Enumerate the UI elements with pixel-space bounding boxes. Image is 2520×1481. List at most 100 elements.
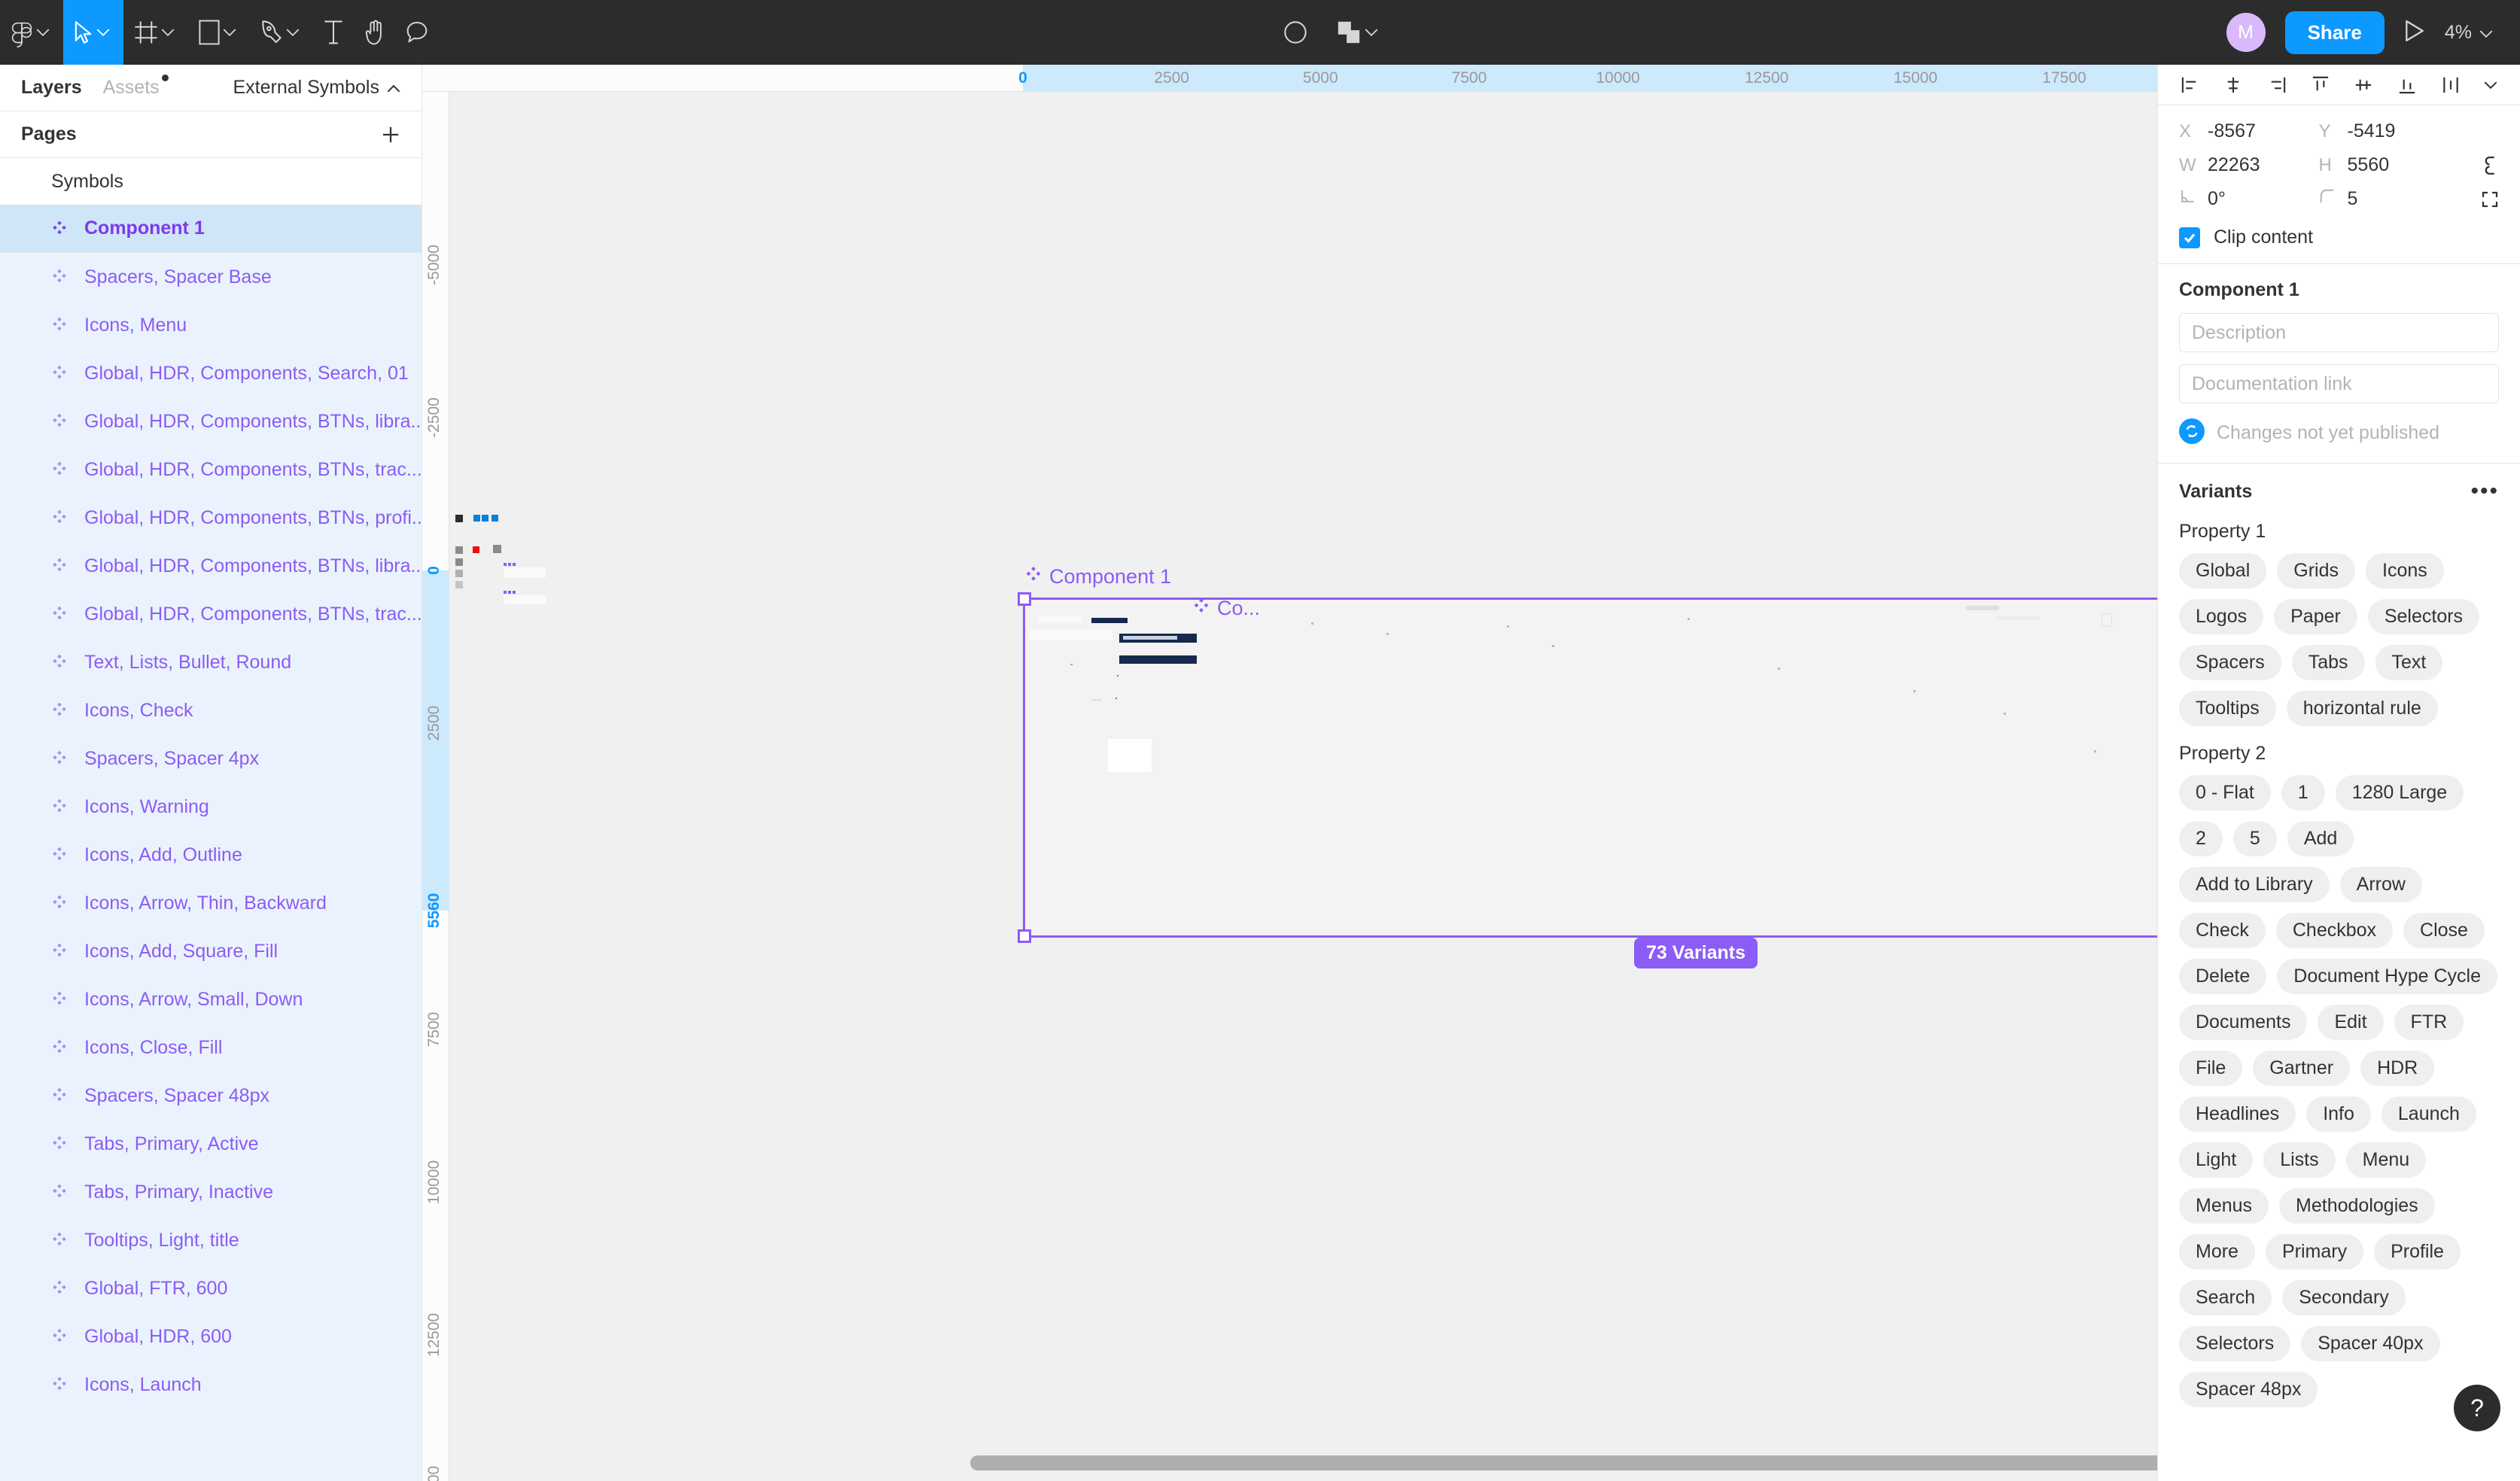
variant-chip-property-2[interactable]: Edit <box>2318 1005 2384 1040</box>
distribute-icon[interactable] <box>2441 75 2461 95</box>
x-field[interactable]: X -8567 <box>2179 120 2319 142</box>
chevron-down-icon[interactable] <box>220 28 239 37</box>
variant-chip-property-2[interactable]: Check <box>2179 913 2266 948</box>
variant-chip-property-2[interactable]: 1 <box>2281 775 2325 810</box>
chevron-down-icon[interactable] <box>158 28 178 37</box>
variant-chip-property-2[interactable]: Spacer 40px <box>2301 1326 2440 1361</box>
layer-item[interactable]: Tabs, Primary, Inactive <box>0 1168 422 1216</box>
chevron-down-icon[interactable] <box>1362 28 1381 37</box>
layer-item[interactable]: Spacers, Spacer 4px <box>0 734 422 783</box>
variant-chip-property-2[interactable]: Add to Library <box>2179 867 2330 902</box>
layer-item[interactable]: Global, FTR, 600 <box>0 1264 422 1312</box>
chevron-down-icon[interactable] <box>283 28 303 37</box>
avatar[interactable]: M <box>2226 13 2266 52</box>
variant-chip-property-2[interactable]: Lists <box>2263 1142 2336 1178</box>
more-dots-icon[interactable]: ••• <box>2470 479 2499 504</box>
layer-item[interactable]: Icons, Launch <box>0 1361 422 1409</box>
layer-item[interactable]: Icons, Menu <box>0 301 422 349</box>
variant-chip-property-2[interactable]: Search <box>2179 1280 2272 1315</box>
variant-chip-property-2[interactable]: 5 <box>2232 821 2277 856</box>
constrain-proportions-icon[interactable] <box>2458 155 2499 176</box>
align-more-caret-icon[interactable] <box>2484 81 2497 90</box>
canvas[interactable]: 0250050007500100001250015000175002000022… <box>422 65 2157 1481</box>
layer-item[interactable]: Tooltips, Light, title <box>0 1216 422 1264</box>
clip-content-checkbox[interactable] <box>2179 227 2200 248</box>
tab-layers[interactable]: Layers <box>21 77 82 99</box>
y-field[interactable]: Y -5419 <box>2319 120 2459 142</box>
width-field[interactable]: W 22263 <box>2179 154 2319 176</box>
variant-chip-property-2[interactable]: Light <box>2179 1142 2254 1178</box>
plus-icon[interactable] <box>381 125 400 144</box>
layer-item[interactable]: Icons, Arrow, Thin, Backward <box>0 879 422 927</box>
boolean-union-button[interactable] <box>1325 0 1392 65</box>
layer-item[interactable]: Tabs, Primary, Active <box>0 1120 422 1168</box>
layer-item[interactable]: Icons, Warning <box>0 783 422 831</box>
horizontal-ruler[interactable]: 0250050007500100001250015000175002000022… <box>422 65 2157 92</box>
layer-item[interactable]: Spacers, Spacer 48px <box>0 1072 422 1120</box>
layer-item[interactable]: Icons, Add, Square, Fill <box>0 927 422 975</box>
layer-item[interactable]: Global, HDR, Components, BTNs, trac... <box>0 446 422 494</box>
variant-chip-property-1[interactable]: horizontal rule <box>2286 691 2438 726</box>
layer-item[interactable]: Global, HDR, Components, BTNs, libra... <box>0 397 422 446</box>
library-selector[interactable]: External Symbols <box>233 77 400 99</box>
horizontal-scrollbar[interactable] <box>970 1455 2157 1470</box>
frame-tool-button[interactable] <box>123 0 188 65</box>
layer-item[interactable]: Icons, Add, Outline <box>0 831 422 879</box>
variant-chip-property-1[interactable]: Logos <box>2179 599 2264 634</box>
variant-chip-property-2[interactable]: Launch <box>2381 1096 2476 1132</box>
chevron-down-icon[interactable] <box>33 28 53 37</box>
hand-tool-button[interactable] <box>354 0 396 65</box>
selection-frame[interactable]: Component 1 <box>1018 565 2157 943</box>
move-tool-button[interactable] <box>63 0 123 65</box>
rotation-field[interactable]: 0° <box>2179 188 2319 210</box>
chevron-down-icon[interactable] <box>93 28 113 37</box>
variant-chip-property-1[interactable]: Text <box>2375 645 2443 680</box>
zoom-control[interactable]: 4% <box>2445 22 2493 44</box>
align-right-icon[interactable] <box>2267 75 2287 95</box>
variant-chip-property-2[interactable]: Info <box>2306 1096 2371 1132</box>
align-bottom-icon[interactable] <box>2397 75 2417 95</box>
variant-chip-property-1[interactable]: Icons <box>2366 553 2444 588</box>
layer-item[interactable]: Global, HDR, Components, BTNs, trac... <box>0 590 422 638</box>
clip-content-row[interactable]: Clip content <box>2179 227 2499 248</box>
variant-chip-property-2[interactable]: FTR <box>2394 1005 2464 1040</box>
variant-chip-property-1[interactable]: Spacers <box>2179 645 2281 680</box>
variant-chip-property-2[interactable]: Add <box>2287 821 2354 856</box>
figma-logo-button[interactable] <box>0 0 63 65</box>
layer-item[interactable]: Spacers, Spacer Base <box>0 253 422 301</box>
pen-tool-button[interactable] <box>250 0 313 65</box>
variant-chip-property-2[interactable]: Primary <box>2265 1234 2364 1270</box>
text-tool-button[interactable] <box>313 0 354 65</box>
vertical-ruler[interactable]: -5000 -2500 0 2500 5560 7500 10000 12500 15000 <box>422 92 449 1481</box>
present-play-icon[interactable] <box>2404 20 2425 46</box>
tab-assets[interactable]: Assets <box>103 75 169 99</box>
variant-chip-property-2[interactable]: Menus <box>2179 1188 2269 1224</box>
layer-item[interactable]: Global, HDR, Components, BTNs, libra... <box>0 542 422 590</box>
layer-item[interactable]: Text, Lists, Bullet, Round <box>0 638 422 686</box>
page-item-symbols[interactable]: Symbols <box>0 158 422 205</box>
mask-button[interactable] <box>1273 0 1318 65</box>
height-field[interactable]: H 5560 <box>2319 154 2459 176</box>
align-vertical-center-icon[interactable] <box>2354 75 2373 95</box>
variant-chip-property-2[interactable]: Document Hype Cycle <box>2277 959 2497 994</box>
rectangle-tool-button[interactable] <box>188 0 250 65</box>
share-button[interactable]: Share <box>2284 11 2385 54</box>
independent-corners-icon[interactable] <box>2458 190 2499 208</box>
layer-item[interactable]: Global, HDR, Components, Search, 01 <box>0 349 422 397</box>
align-top-icon[interactable] <box>2311 75 2330 95</box>
layer-item[interactable]: Global, HDR, 600 <box>0 1312 422 1361</box>
variant-chip-property-2[interactable]: Headlines <box>2179 1096 2296 1132</box>
variant-chip-property-2[interactable]: Profile <box>2374 1234 2461 1270</box>
variant-chip-property-2[interactable]: Selectors <box>2179 1326 2291 1361</box>
comment-tool-button[interactable] <box>396 0 438 65</box>
layers-list[interactable]: Component 1 Spacers, Spacer Base Icons, Me… <box>0 205 422 1481</box>
help-button[interactable]: ? <box>2454 1385 2500 1431</box>
variant-chip-property-1[interactable]: Selectors <box>2367 599 2480 634</box>
variant-chip-property-1[interactable]: Paper <box>2274 599 2357 634</box>
layer-item[interactable]: Global, HDR, Components, BTNs, profi... <box>0 494 422 542</box>
variant-chip-property-2[interactable]: Secondary <box>2282 1280 2406 1315</box>
variant-chip-property-2[interactable]: Arrow <box>2339 867 2422 902</box>
variant-chip-property-2[interactable]: HDR <box>2360 1051 2435 1086</box>
variant-chip-property-2[interactable]: Close <box>2403 913 2485 948</box>
variant-chip-property-2[interactable]: Menu <box>2345 1142 2427 1178</box>
